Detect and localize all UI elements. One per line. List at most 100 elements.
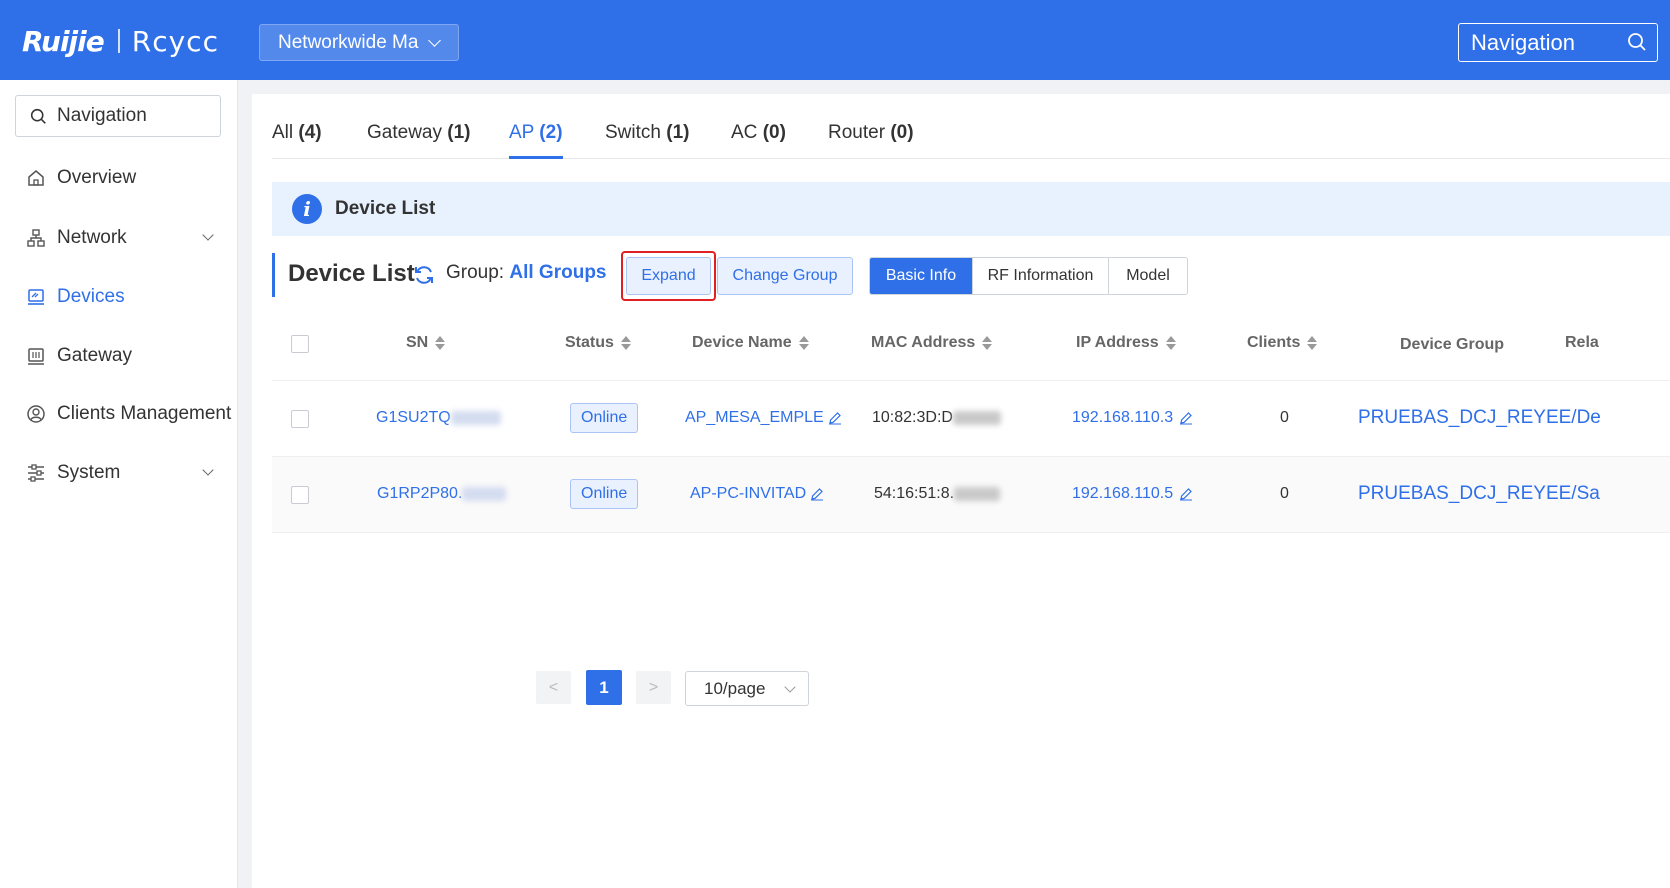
sidebar-item-network[interactable]: Network [0,218,238,258]
top-navigation-search[interactable]: Navigation [1458,23,1658,62]
device-name-link[interactable]: AP_MESA_EMPLE [685,409,842,427]
device-list-title: Device List [288,260,415,287]
rf-information-tab[interactable]: RF Information [972,258,1108,294]
device-group-link[interactable]: PRUEBAS_DCJ_REYEE/De [1358,407,1601,429]
ip-text: 192.168.110.3 [1072,409,1174,426]
basic-info-tab[interactable]: Basic Info [870,258,972,294]
settings-sliders-icon [25,462,47,484]
chevron-left-icon: < [548,678,559,696]
column-label: Status [565,334,614,351]
section-accent-bar [272,253,275,297]
column-ip-address[interactable]: IP Address [1076,334,1176,352]
chevron-right-icon: > [648,678,659,696]
ip-text: 192.168.110.5 [1072,485,1174,502]
edit-icon[interactable] [828,411,842,425]
tab-all[interactable]: All (4) [272,122,322,159]
sidebar-item-overview[interactable]: Overview [0,158,238,198]
change-group-button[interactable]: Change Group [717,257,853,295]
sidebar-search-label: Navigation [57,105,147,126]
mac-text: 10:82:3D:D [872,409,953,426]
sidebar-item-label: Devices [57,286,125,307]
sn-link[interactable]: G1SU2TQ [376,409,501,427]
model-tab[interactable]: Model [1108,258,1187,294]
info-banner: i Device List [272,182,1670,236]
redacted-blur [954,487,1001,501]
checkbox[interactable] [291,486,309,504]
status-badge: Online [570,479,639,509]
sidebar-item-devices[interactable]: Devices [0,277,238,317]
device-name-link[interactable]: AP-PC-INVITAD [690,485,824,503]
tab-count: (4) [298,122,322,143]
tab-gateway[interactable]: Gateway (1) [367,122,471,159]
network-topology-icon [25,227,47,249]
info-banner-title: Device List [335,198,436,219]
tab-router[interactable]: Router (0) [828,122,914,159]
sidebar-item-label: Clients Management [57,403,232,424]
tab-label: All [272,122,294,143]
row-checkbox[interactable] [291,486,309,504]
sidebar-item-gateway[interactable]: Gateway [0,336,238,376]
device-type-tabs: All (4) Gateway (1) AP (2) Switch (1) AC… [272,122,1670,159]
select-all-checkbox[interactable] [291,335,309,353]
sidebar-item-label: Network [57,227,127,248]
logo-brand-text: Ruijie [22,24,105,58]
ip-address-link[interactable]: 192.168.110.3 [1072,409,1193,427]
mac-address: 10:82:3D:D [872,409,1001,427]
tab-ac[interactable]: AC (0) [731,122,786,159]
row-checkbox[interactable] [291,410,309,428]
column-device-name[interactable]: Device Name [692,334,809,352]
group-filter[interactable]: Group: All Groups [446,262,607,284]
ip-address-link[interactable]: 192.168.110.5 [1072,485,1193,503]
checkbox[interactable] [291,335,309,353]
chevron-down-icon [202,229,214,241]
sidebar-item-label: Overview [57,167,137,188]
sidebar-item-clients-management[interactable]: Clients Management [0,394,238,434]
checkbox[interactable] [291,410,309,428]
search-icon[interactable] [1627,32,1647,52]
sidebar-navigation-search[interactable]: Navigation [15,95,221,137]
user-circle-icon [25,403,47,425]
logo-product-text: Rcycc [131,24,219,58]
group-value-link[interactable]: All Groups [509,262,606,283]
tab-label: Gateway [367,122,442,143]
tab-count: (2) [539,122,563,143]
chevron-down-icon [428,33,442,47]
column-label: MAC Address [871,334,976,351]
column-status[interactable]: Status [565,334,631,352]
status-badge: Online [570,403,639,433]
main-panel: All (4) Gateway (1) AP (2) Switch (1) AC… [252,94,1670,888]
search-icon [30,108,46,124]
tab-ap[interactable]: AP (2) [509,122,563,159]
status-text: Online [570,403,639,433]
pagination-prev-button[interactable]: < [536,671,571,704]
brand-logo[interactable]: Ruijie Rcycc [22,24,219,58]
column-clients[interactable]: Clients [1247,334,1318,352]
sort-icon[interactable] [1165,336,1176,350]
sort-icon[interactable] [798,336,809,350]
sort-icon[interactable] [1307,336,1318,350]
sort-icon[interactable] [435,336,446,350]
device-group-link[interactable]: PRUEBAS_DCJ_REYEE/Sa [1358,483,1600,505]
column-sn[interactable]: SN [406,334,446,352]
column-label: SN [406,334,429,351]
sidebar-item-label: System [57,462,121,483]
sort-icon[interactable] [982,336,993,350]
pagination-next-button[interactable]: > [636,671,671,704]
column-mac-address[interactable]: MAC Address [871,334,993,352]
sidebar-item-system[interactable]: System [0,453,238,493]
edit-icon[interactable] [1179,487,1193,501]
gateway-icon [25,345,47,367]
edit-icon[interactable] [1179,411,1193,425]
sort-icon[interactable] [620,336,631,350]
edit-icon[interactable] [810,487,824,501]
page-size-select[interactable]: 10/page [685,671,809,706]
network-select[interactable]: Networkwide Ma [259,24,459,61]
tab-switch[interactable]: Switch (1) [605,122,689,159]
refresh-icon[interactable] [413,264,435,286]
group-label: Group: [446,262,505,283]
devices-icon [25,286,47,308]
tab-count: (0) [890,122,914,143]
redacted-blur [450,411,501,425]
pagination-page-1[interactable]: 1 [586,670,622,705]
sn-link[interactable]: G1RP2P80. [377,485,507,503]
